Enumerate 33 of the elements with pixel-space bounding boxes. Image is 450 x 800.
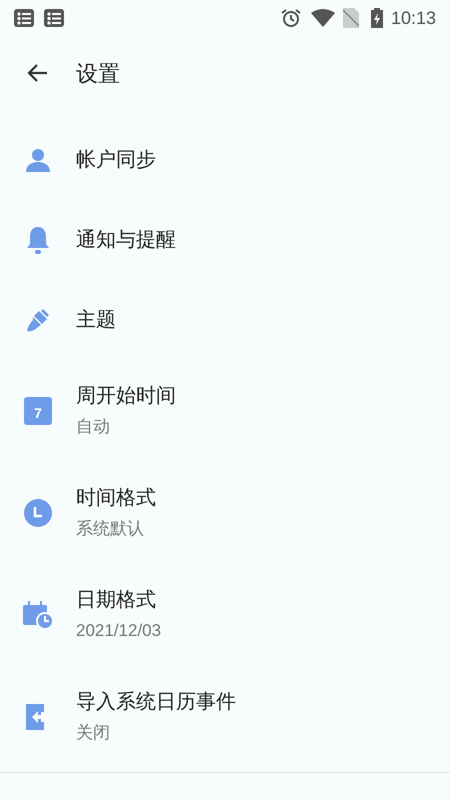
item-title: 主题 <box>76 308 116 333</box>
calendar-icon: 7 <box>24 397 52 425</box>
settings-item[interactable]: 通知与提醒 <box>0 200 450 280</box>
item-title: 时间格式 <box>76 486 156 511</box>
no-sim-icon <box>342 8 359 28</box>
item-subtitle: 自动 <box>76 416 111 438</box>
clock-time: 10:13 <box>390 6 436 30</box>
item-subtitle: 系统默认 <box>76 518 145 540</box>
calendar-clock-icon <box>23 601 53 629</box>
checklist-icon <box>14 9 34 27</box>
item-subtitle: 2021/12/03 <box>76 620 162 642</box>
item-title: 帐户同步 <box>76 148 156 173</box>
item-subtitle: 关闭 <box>76 722 111 744</box>
person-icon <box>25 147 51 173</box>
settings-item[interactable]: 7 周开始时间 自动 <box>0 360 450 462</box>
item-title: 导入系统日历事件 <box>76 690 236 715</box>
settings-item[interactable]: 帐户同步 <box>0 120 450 200</box>
page-title: 设置 <box>76 60 120 88</box>
settings-item[interactable]: 导入系统日历事件 关闭 <box>0 666 450 768</box>
brush-icon <box>25 307 51 333</box>
wifi-icon <box>310 9 335 27</box>
import-icon <box>26 704 50 730</box>
item-title: 周开始时间 <box>76 384 176 409</box>
alarm-icon <box>280 8 301 28</box>
bell-icon <box>25 225 51 255</box>
settings-item[interactable]: 日期格式 2021/12/03 <box>0 564 450 666</box>
checklist-icon <box>44 9 64 27</box>
item-title: 日期格式 <box>76 588 157 613</box>
clock-icon <box>24 499 52 527</box>
battery-icon <box>370 8 383 28</box>
settings-item[interactable]: 时间格式 系统默认 <box>0 462 450 564</box>
settings-item[interactable]: 主题 <box>0 280 450 360</box>
item-title: 通知与提醒 <box>76 228 176 253</box>
